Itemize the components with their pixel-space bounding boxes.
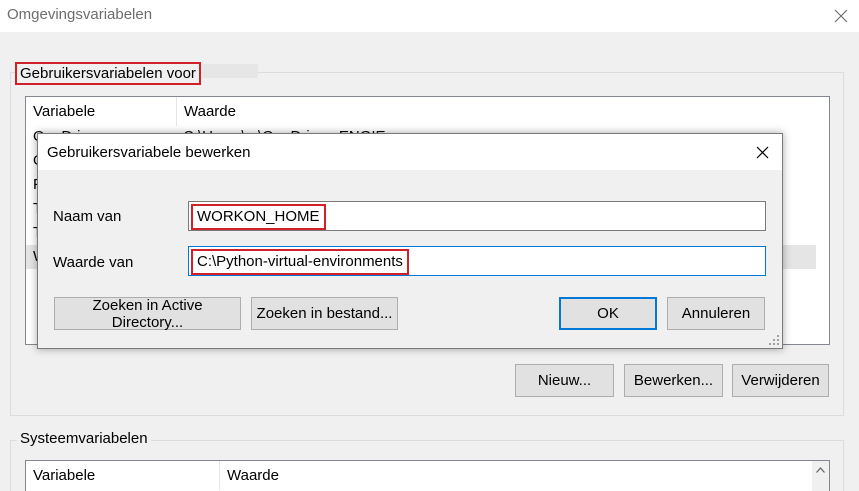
edit-variable-dialog: Gebruikersvariabele bewerken Naam van WO… — [37, 133, 783, 349]
column-header-value[interactable]: Waarde — [220, 461, 810, 490]
name-label: Naam van — [53, 208, 122, 225]
name-field[interactable]: WORKON_HOME — [188, 201, 766, 231]
resize-grip-icon[interactable] — [768, 334, 780, 346]
system-variables-label: Systeemvariabelen — [17, 430, 151, 447]
dialog-titlebar: Gebruikersvariabele bewerken — [38, 134, 782, 170]
name-field-value: WORKON_HOME — [191, 204, 326, 230]
ok-button[interactable]: OK — [559, 297, 657, 330]
scrollbar-up-button[interactable] — [812, 461, 829, 491]
window-titlebar: Omgevingsvariabelen — [0, 0, 859, 32]
delete-button[interactable]: Verwijderen — [732, 364, 829, 397]
search-active-directory-button[interactable]: Zoeken in Active Directory... — [54, 297, 241, 331]
column-header-variable[interactable]: Variabele — [26, 461, 220, 490]
chevron-up-icon — [816, 467, 825, 473]
column-header-value[interactable]: Waarde — [177, 97, 817, 126]
dialog-close-button[interactable] — [748, 138, 776, 166]
system-variables-list[interactable]: Variabele Waarde — [25, 460, 830, 491]
legend-redacted-username — [202, 64, 258, 78]
close-icon — [756, 146, 768, 158]
window-close-button[interactable] — [822, 0, 859, 32]
cancel-button[interactable]: Annuleren — [667, 297, 765, 330]
search-file-button[interactable]: Zoeken in bestand... — [251, 297, 398, 330]
window-title: Omgevingsvariabelen — [7, 6, 153, 23]
edit-button[interactable]: Bewerken... — [624, 364, 723, 397]
column-header-variable[interactable]: Variabele — [26, 97, 177, 126]
value-field[interactable]: C:\Python-virtual-environments — [188, 246, 766, 276]
value-field-value: C:\Python-virtual-environments — [191, 249, 409, 275]
value-label: Waarde van — [53, 254, 134, 271]
new-button[interactable]: Nieuw... — [515, 364, 614, 397]
dialog-title: Gebruikersvariabele bewerken — [47, 144, 251, 161]
user-variables-label: Gebruikersvariabelen voor — [15, 62, 201, 85]
close-icon — [834, 9, 847, 23]
